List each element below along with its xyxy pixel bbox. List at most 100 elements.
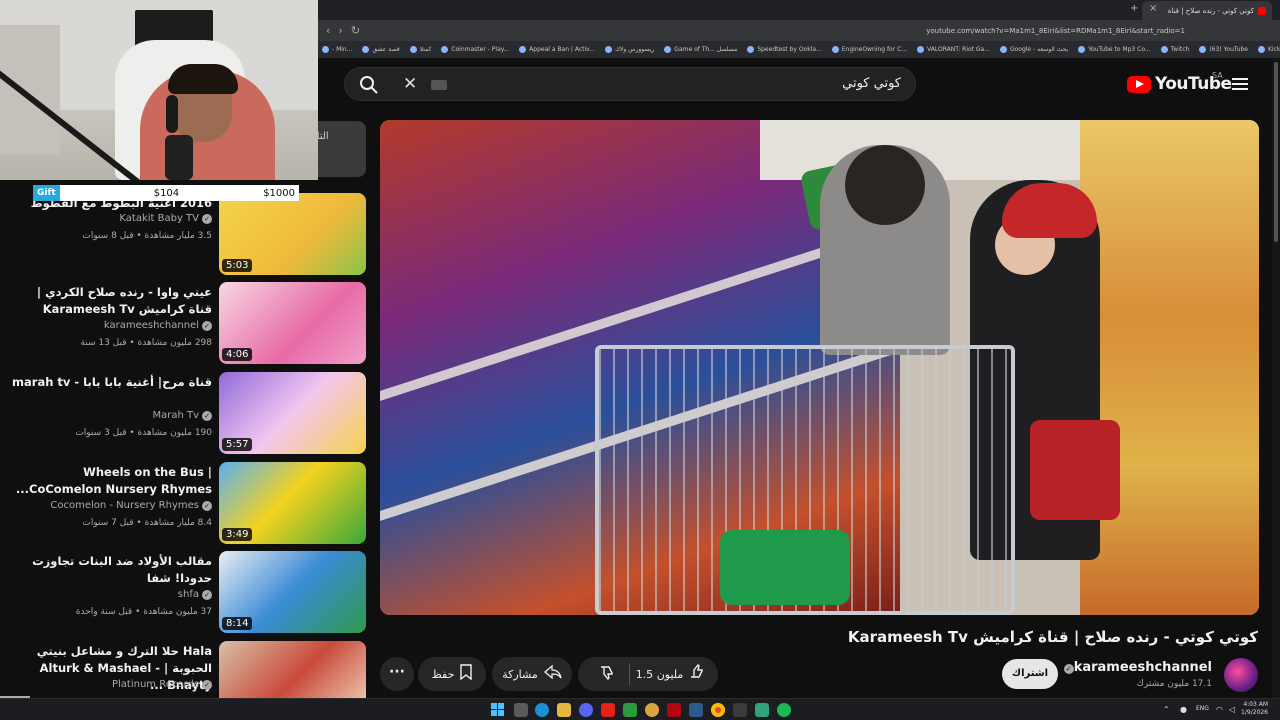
clock[interactable]: 4:03 AM 1/9/2026 [1241, 701, 1268, 717]
back-icon[interactable]: ‹ [326, 24, 330, 37]
url-field[interactable]: youtube.com/watch?v=Ma1m1_8Eiri&list=RDM… [926, 27, 1185, 35]
video-frame-red-beret [1002, 183, 1097, 238]
channel-name-text: karameeshchannel [1073, 660, 1212, 675]
dislike-button[interactable] [591, 664, 623, 684]
recommendation-channel-name: Platinum Records [112, 679, 199, 690]
channel-avatar[interactable] [1224, 658, 1258, 692]
discord-icon[interactable] [579, 703, 593, 717]
channel-name[interactable]: ✓ karameeshchannel [1061, 660, 1212, 675]
recommendation-meta: 8.4 مليار مشاهدة • قبل 7 سنوات [82, 518, 212, 528]
bookmark-item[interactable]: ریسوورس ولاك [604, 46, 654, 53]
recommendation-channel[interactable]: ✓Platinum Records [112, 679, 212, 690]
tray-chevron-icon[interactable]: ⌃ [1163, 705, 1170, 714]
like-count: 1.5 مليون [635, 667, 684, 681]
new-tab-icon[interactable]: + [1130, 3, 1138, 14]
share-button[interactable]: مشاركة [492, 657, 572, 691]
recommendation-title[interactable]: عيني واوا - رنده صلاح الكردي | قناة كرام… [12, 284, 212, 318]
recommendation-title[interactable]: Wheels on the Bus | CoComelon Nursery Rh… [12, 464, 212, 498]
bookmark-item[interactable]: VALORANT: Riot Ga... [917, 46, 990, 53]
bookmark-favicon-icon [441, 46, 449, 53]
file-explorer-icon[interactable] [557, 703, 571, 717]
bookmark-label: (63) YouTube [1209, 46, 1248, 53]
search-icon[interactable] [359, 75, 381, 97]
recommendation-channel[interactable]: ✓karameeshchannel [104, 320, 212, 331]
address-bar: ‹ › ↻ youtube.com/watch?v=Ma1m1_8Eiri&li… [318, 20, 1280, 41]
subscribe-button[interactable]: اشتراك [1002, 659, 1058, 689]
recommendation-title[interactable]: قناة مرح| أغنية بابا بابا - marah tv [12, 374, 212, 391]
chrome-icon[interactable] [711, 703, 725, 717]
recommendation-item[interactable]: 8:14 مقالب الأولاد ضد البنات تجاوزت حدودا… [0, 551, 370, 635]
recommendation-thumbnail[interactable]: 5:57 [219, 372, 366, 454]
bookmark-item[interactable]: قصة عشق [362, 46, 400, 53]
language-indicator[interactable]: ENG [1196, 705, 1209, 712]
like-dislike-group: 1.5 مليون [578, 657, 718, 691]
windows-start-icon[interactable] [491, 703, 504, 716]
xbox-icon[interactable] [623, 703, 637, 717]
reload-icon[interactable]: ↻ [351, 24, 360, 37]
bookmark-favicon-icon [664, 46, 672, 53]
recommendation-title[interactable]: مقالب الأولاد ضد البنات تجاوزت حدودا! شف… [12, 553, 212, 587]
bookmark-item[interactable]: Kick [1257, 46, 1280, 53]
duration-badge: 5:57 [222, 438, 253, 451]
recommendation-channel[interactable]: ✓Cocomelon - Nursery Rhymes [50, 500, 212, 511]
recommendation-item[interactable]: 5:03 2016 اغنية البطوط مع القطوط ✓Katakit … [0, 193, 370, 277]
recommendation-meta: 37 مليون مشاهدة • قبل سنة واحدة [75, 607, 212, 617]
volume-icon[interactable]: ◁ [1229, 705, 1235, 714]
verified-badge-icon: ✓ [202, 321, 212, 331]
recommendation-item[interactable]: 5:57 قناة مرح| أغنية بابا بابا - marah tv… [0, 372, 370, 456]
like-button[interactable] [689, 663, 705, 684]
recommendation-item[interactable]: 4:06 عيني واوا - رنده صلاح الكردي | قناة … [0, 282, 370, 366]
clear-search-icon[interactable]: ✕ [403, 74, 417, 94]
tab-favicon-icon [1258, 6, 1266, 15]
bookmark-item[interactable]: (63) YouTube [1199, 46, 1248, 53]
app-icon[interactable] [645, 703, 659, 717]
recommendations-list: 5:03 2016 اغنية البطوط مع القطوط ✓Katakit … [0, 180, 370, 720]
recommendation-meta: 298 مليون مشاهدة • قبل 13 سنة [80, 338, 212, 348]
bookmark-item[interactable]: Speedtest by Ookla... [747, 46, 822, 53]
bookmark-item[interactable]: كمثلا [409, 46, 431, 53]
bookmark-item[interactable]: EngineOwning for C... [831, 46, 907, 53]
search-input[interactable]: كوتي كوتي [842, 76, 901, 91]
app-icon[interactable] [733, 703, 747, 717]
app-icon[interactable] [755, 703, 769, 717]
bookmark-item[interactable]: Appeal a Ban | Activ... [519, 46, 595, 53]
browser-tab-active[interactable]: كوتي كوتي - رنده صلاح | قناة [1142, 1, 1272, 20]
recommendation-channel-name: Cocomelon - Nursery Rhymes [50, 500, 199, 511]
bookmark-favicon-icon [604, 46, 612, 53]
hamburger-menu-icon[interactable] [1232, 78, 1248, 90]
recommendation-channel[interactable]: ✓Katakit Baby TV [119, 213, 212, 224]
recommendation-channel[interactable]: ✓shfa [178, 589, 212, 600]
scrollbar-thumb[interactable] [1274, 62, 1278, 242]
spotify-icon[interactable] [777, 703, 791, 717]
youtube-play-icon [1127, 75, 1151, 93]
bookmark-item[interactable]: Twitch [1160, 46, 1189, 53]
task-view-icon[interactable] [514, 703, 528, 717]
mic-tray-icon[interactable]: ● [1180, 705, 1187, 714]
netflix-icon[interactable] [667, 703, 681, 717]
bookmark-item[interactable]: - Min... [322, 46, 352, 53]
wifi-icon[interactable]: ◠ [1216, 705, 1223, 714]
recommendation-item[interactable]: 3:49 Wheels on the Bus | CoComelon Nurser… [0, 462, 370, 546]
bookmark-item[interactable]: YouTube to Mp3 Co... [1078, 46, 1151, 53]
microphone-icon [165, 135, 193, 180]
bookmark-item[interactable]: Google - بحث الوسعه [999, 46, 1068, 53]
more-actions-icon[interactable]: ··· [380, 657, 414, 691]
recommendation-thumbnail[interactable]: 5:03 [219, 193, 366, 275]
recommendation-thumbnail[interactable]: 3:49 [219, 462, 366, 544]
steam-icon[interactable] [689, 703, 703, 717]
tab-close-icon[interactable]: × [1149, 3, 1157, 14]
recommendation-thumbnail[interactable]: 4:06 [219, 282, 366, 364]
youtube-header: ✕ كوتي كوتي YouTube SA [318, 58, 1280, 114]
recommendation-thumbnail[interactable]: 8:14 [219, 551, 366, 633]
bookmark-item[interactable]: Coinmaster - Play... [441, 46, 509, 53]
video-frame-child-boy-head [845, 145, 925, 225]
forward-icon[interactable]: › [338, 24, 342, 37]
keyboard-icon[interactable] [431, 80, 447, 90]
bookmark-item[interactable]: Game of Th... مسلسل [664, 46, 737, 53]
youtube-app-icon[interactable] [601, 703, 615, 717]
recommendation-channel[interactable]: ✓Marah Tv [152, 410, 212, 421]
save-button[interactable]: حفظ [418, 657, 486, 691]
video-player[interactable] [380, 120, 1259, 615]
edge-browser-icon[interactable] [535, 703, 549, 717]
bookmarks-bar: - Min... قصة عشق كمثلا Coinmaster - Play...… [318, 41, 1280, 58]
